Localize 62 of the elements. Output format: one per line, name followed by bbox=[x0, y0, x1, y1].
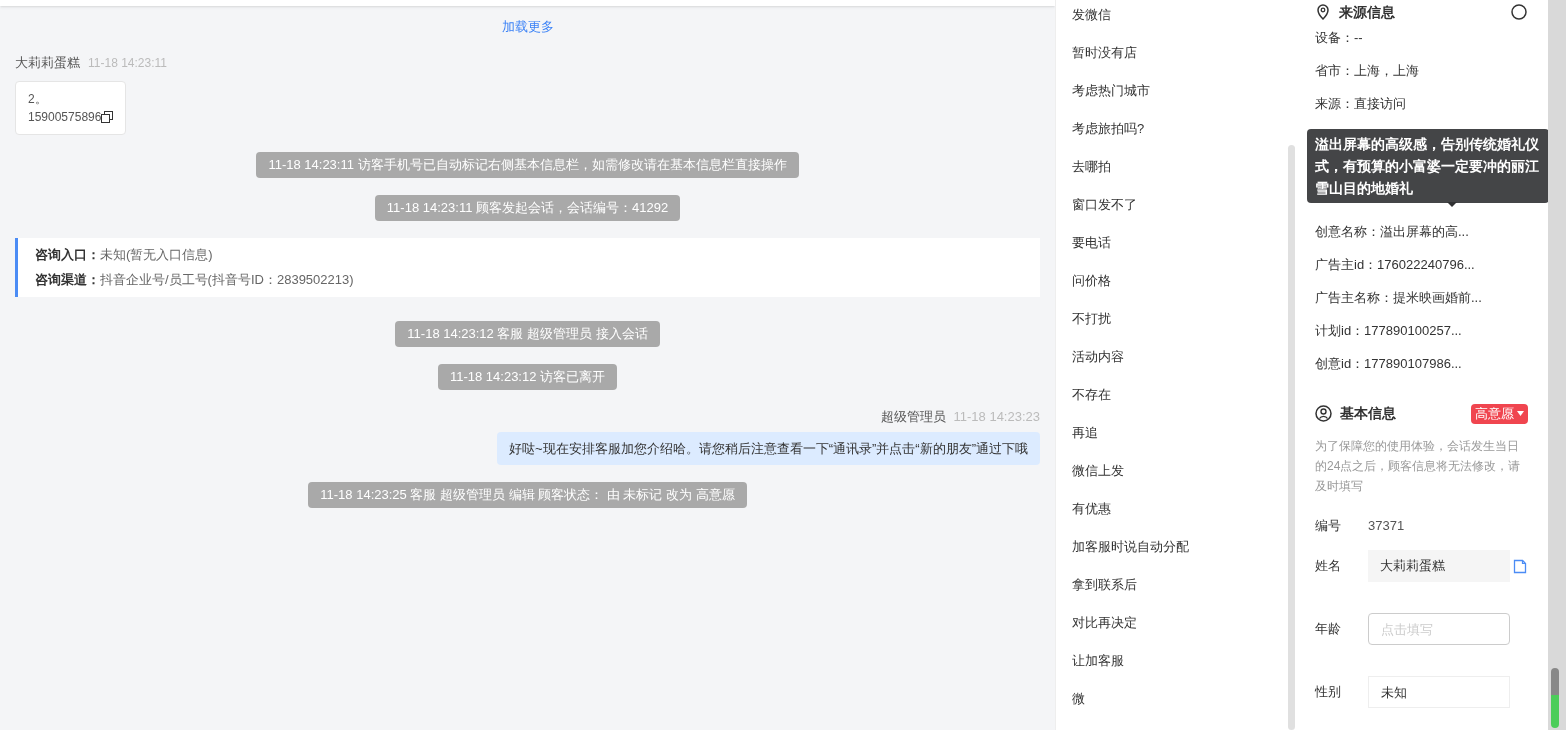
quick-reply-item[interactable]: 不存在 bbox=[1072, 380, 1111, 418]
source-info-row-text: 计划id：177890100257... bbox=[1315, 322, 1462, 340]
sender-name: 大莉莉蛋糕 bbox=[15, 53, 80, 72]
system-notice: 11-18 14:23:25 客服 超级管理员 编辑 顾客状态： 由 未标记 改为 高意愿 bbox=[308, 481, 747, 508]
message-bubble: 2。 15900575896 bbox=[15, 80, 127, 135]
message-time: 11-18 14:23:23 bbox=[953, 407, 1040, 426]
source-info-row-text: 广告主名称：提米映画婚前... bbox=[1315, 289, 1482, 307]
source-info-row-text: 广告主id：176022240796... bbox=[1315, 256, 1475, 274]
section-title: 来源信息 bbox=[1339, 2, 1395, 22]
quick-reply-item[interactable]: 窗口发不了 bbox=[1072, 190, 1137, 228]
quick-reply-item[interactable]: 暂时没有店 bbox=[1072, 38, 1137, 76]
quick-reply-item[interactable]: 再追 bbox=[1072, 418, 1098, 456]
quick-reply-item[interactable]: 要电话 bbox=[1072, 228, 1111, 266]
system-notice: 11-18 14:23:12 客服 超级管理员 接入会话 bbox=[395, 320, 660, 347]
source-info-row-text: 创意名称：溢出屏幕的高... bbox=[1315, 223, 1469, 241]
quick-reply-item[interactable]: 对比再决定 bbox=[1072, 608, 1137, 646]
gender-field[interactable]: 未知 bbox=[1368, 676, 1510, 708]
source-info-row-text: 省市：上海，上海 bbox=[1315, 62, 1419, 80]
tooltip-text: 溢出屏幕的高级感，告别传统婚礼仪式，有预算的小富婆一定要冲的丽江雪山目的地婚礼 bbox=[1315, 136, 1539, 196]
scrollbar[interactable] bbox=[1548, 0, 1566, 730]
message-time: 11-18 14:23:11 bbox=[88, 54, 167, 72]
quick-reply-item[interactable]: 考虑热门城市 bbox=[1072, 76, 1150, 114]
system-notice: 11-18 14:23:11 顾客发起会话，会话编号：41292 bbox=[374, 194, 681, 221]
source-info-row-text: 设备：-- bbox=[1315, 29, 1363, 47]
quick-reply-item[interactable]: 让加客服 bbox=[1072, 646, 1124, 684]
info-value: 抖音企业号/员工号(抖音号ID：2839502213) bbox=[100, 271, 354, 289]
load-more-link[interactable]: 加载更多 bbox=[501, 17, 554, 37]
name-field[interactable]: 大莉莉蛋糕 bbox=[1368, 550, 1510, 582]
source-info-row-text: 创意id：177890107986... bbox=[1315, 355, 1462, 373]
info-label: 咨询入口： bbox=[35, 245, 100, 264]
quick-reply-item[interactable]: 有优惠 bbox=[1072, 494, 1111, 532]
system-notice: 11-18 14:23:12 访客已离开 bbox=[437, 363, 618, 390]
intent-dropdown[interactable]: 高意愿 bbox=[1471, 403, 1528, 424]
circle-icon[interactable] bbox=[1510, 3, 1528, 21]
quick-reply-item[interactable]: 微 bbox=[1072, 684, 1085, 722]
section-title: 基本信息 bbox=[1340, 404, 1396, 423]
info-label: 咨询渠道： bbox=[35, 271, 100, 289]
quick-reply-item[interactable]: 加客服时说自动分配 bbox=[1072, 532, 1189, 570]
user-circle-icon bbox=[1315, 405, 1332, 422]
quick-reply-item[interactable]: 去哪拍 bbox=[1072, 152, 1111, 190]
quick-reply-item[interactable]: 发微信 bbox=[1072, 0, 1111, 38]
quick-reply-item[interactable]: 考虑旅拍吗? bbox=[1072, 114, 1145, 152]
notice-text: 为了保障您的使用体验，会话发生当日的24点之后，顾客信息将无法修改，请及时填写 bbox=[1315, 438, 1522, 495]
quick-reply-item[interactable]: 活动内容 bbox=[1072, 342, 1124, 380]
field-label: 年龄 bbox=[1315, 620, 1342, 639]
sender-name: 超级管理员 bbox=[880, 407, 946, 426]
system-notice: 11-18 14:23:11 访客手机号已自动标记右侧基本信息栏，如需修改请在基本信息栏直接操作 bbox=[256, 151, 799, 178]
quick-reply-item[interactable]: 拿到联系后 bbox=[1072, 570, 1137, 608]
info-value: 未知(暂无入口信息) bbox=[100, 245, 213, 264]
scrollbar[interactable] bbox=[1288, 145, 1295, 730]
copy-icon[interactable] bbox=[101, 110, 114, 123]
quick-reply-item[interactable]: 问价格 bbox=[1072, 266, 1111, 304]
field-label: 姓名 bbox=[1315, 557, 1342, 576]
location-pin-icon bbox=[1315, 4, 1331, 20]
quick-reply-item[interactable]: 微信上发 bbox=[1072, 456, 1124, 494]
caret-icon bbox=[1517, 411, 1524, 416]
message-bubble: 好哒~现在安排客服加您介绍哈。请您稍后注意查看一下“通讯录”并点击“新的朋友”通过下哦 bbox=[497, 431, 1040, 465]
field-label: 编号 bbox=[1315, 517, 1342, 536]
source-info-row-text: 来源：直接访问 bbox=[1315, 95, 1406, 113]
field-value: 37371 bbox=[1368, 517, 1405, 536]
quick-reply-item[interactable]: 不打扰 bbox=[1072, 304, 1111, 342]
field-label: 性别 bbox=[1315, 683, 1342, 702]
